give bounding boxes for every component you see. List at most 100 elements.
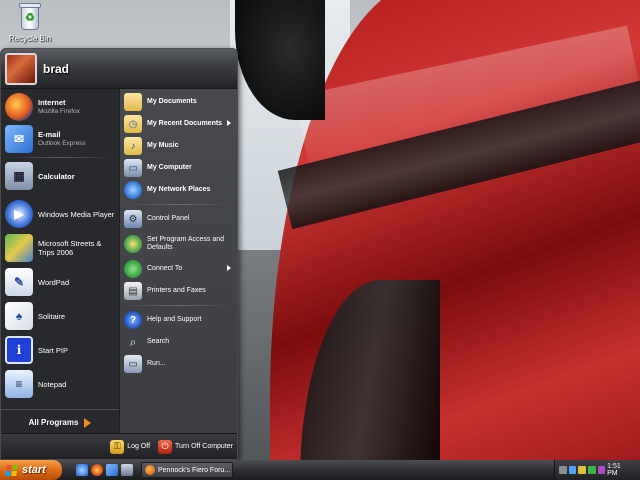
submenu-arrow-icon bbox=[227, 120, 231, 126]
taskbar-window-button[interactable]: Pennock's Fiero Foru... bbox=[141, 462, 233, 478]
tray-network-icon[interactable] bbox=[568, 466, 577, 474]
start-menu-header: brad bbox=[1, 49, 237, 89]
log-off-button[interactable]: ⚿ Log Off bbox=[110, 439, 150, 454]
power-icon: ⏻ bbox=[158, 439, 173, 454]
connect-to-icon bbox=[124, 260, 142, 278]
place-label: Printers and Faxes bbox=[147, 287, 206, 294]
place-label: Control Panel bbox=[147, 215, 190, 222]
recent-item-start-pip[interactable]: i Start PIP bbox=[1, 334, 119, 366]
system-tray: 1:51 PM bbox=[554, 460, 640, 480]
notepad-icon: ≡ bbox=[5, 370, 33, 398]
place-my-network-places[interactable]: My Network Places bbox=[120, 179, 237, 201]
all-programs-button[interactable]: All Programs bbox=[1, 409, 119, 435]
pinned-item-subtitle: Outlook Express bbox=[38, 140, 86, 147]
taskbar: start Pennock's Fiero Foru... 1:51 PM bbox=[0, 460, 640, 480]
folder-documents-icon bbox=[124, 93, 142, 111]
recent-item-label: Microsoft Streets & Trips 2006 bbox=[38, 239, 102, 257]
place-label: Run... bbox=[147, 360, 166, 367]
all-programs-label: All Programs bbox=[28, 418, 79, 427]
run-icon: ▭ bbox=[124, 355, 142, 373]
streets-trips-icon bbox=[5, 234, 33, 262]
pinned-item-subtitle: Mozilla Firefox bbox=[38, 108, 80, 115]
place-help-support[interactable]: ? Help and Support bbox=[120, 309, 237, 331]
printer-icon: ▤ bbox=[124, 282, 142, 300]
quick-launch bbox=[76, 464, 133, 476]
place-label: My Network Places bbox=[147, 186, 211, 193]
place-my-music[interactable]: ♪ My Music bbox=[120, 135, 237, 157]
tray-volume-icon[interactable] bbox=[597, 466, 606, 474]
recent-item-label: WordPad bbox=[38, 277, 70, 287]
place-set-program-access[interactable]: Set Program Access and Defaults bbox=[120, 230, 237, 258]
recent-item-streets-trips[interactable]: Microsoft Streets & Trips 2006 bbox=[1, 230, 119, 266]
clock[interactable]: 1:51 PM bbox=[607, 463, 632, 477]
pinned-item-internet[interactable]: Internet Mozilla Firefox bbox=[1, 91, 119, 123]
pinned-item-title: Internet bbox=[38, 98, 66, 107]
recent-item-label: Start PIP bbox=[38, 345, 69, 355]
start-button[interactable]: start bbox=[0, 460, 62, 480]
recent-item-label: Notepad bbox=[38, 379, 67, 389]
recent-documents-icon: ◷ bbox=[124, 115, 142, 133]
place-search[interactable]: ⌕ Search bbox=[120, 331, 237, 353]
outlook-quicklaunch-icon[interactable] bbox=[106, 464, 118, 476]
turn-off-label: Turn Off Computer bbox=[175, 443, 233, 450]
pinned-item-email[interactable]: ✉ E-mail Outlook Express bbox=[1, 123, 119, 155]
place-my-computer[interactable]: ▭ My Computer bbox=[120, 157, 237, 179]
turn-off-button[interactable]: ⏻ Turn Off Computer bbox=[158, 439, 233, 454]
recent-item-label: Windows Media Player bbox=[38, 209, 115, 219]
place-printers-faxes[interactable]: ▤ Printers and Faxes bbox=[120, 280, 237, 302]
recycle-bin-icon: ♻ bbox=[17, 2, 43, 32]
place-label: My Music bbox=[147, 142, 179, 149]
start-menu-programs: Internet Mozilla Firefox ✉ E-mail Outlook … bbox=[1, 89, 119, 435]
place-control-panel[interactable]: ⚙ Control Panel bbox=[120, 208, 237, 230]
network-places-icon bbox=[124, 181, 142, 199]
outlook-express-icon: ✉ bbox=[5, 125, 33, 153]
start-menu: brad Internet Mozilla Firefox ✉ E-mail Out… bbox=[0, 48, 238, 460]
place-my-documents[interactable]: My Documents bbox=[120, 91, 237, 113]
folder-music-icon: ♪ bbox=[124, 137, 142, 155]
user-name: brad bbox=[43, 61, 70, 76]
place-label: Set Program Access and Defaults bbox=[147, 236, 225, 251]
media-player-icon: ▶ bbox=[5, 200, 33, 228]
tray-messenger-icon[interactable] bbox=[587, 466, 596, 474]
key-icon: ⚿ bbox=[110, 439, 125, 454]
place-label: Search bbox=[147, 338, 170, 345]
place-connect-to[interactable]: Connect To bbox=[120, 258, 237, 280]
tray-security-icon[interactable] bbox=[578, 466, 586, 474]
firefox-icon bbox=[5, 93, 33, 121]
program-access-icon bbox=[124, 235, 142, 253]
recent-item-wordpad[interactable]: ✎ WordPad bbox=[1, 266, 119, 298]
solitaire-icon: ♠ bbox=[5, 302, 33, 330]
help-icon: ? bbox=[124, 311, 142, 329]
start-label: start bbox=[22, 464, 46, 476]
start-menu-footer: ⚿ Log Off ⏻ Turn Off Computer bbox=[1, 433, 237, 459]
firefox-window-icon bbox=[145, 465, 155, 475]
firefox-quicklaunch-icon[interactable] bbox=[91, 464, 103, 476]
recent-item-label: Calculator bbox=[38, 171, 75, 181]
recent-item-solitaire[interactable]: ♠ Solitaire bbox=[1, 300, 119, 332]
place-my-recent-documents[interactable]: ◷ My Recent Documents bbox=[120, 113, 237, 135]
place-label: My Recent Documents bbox=[147, 120, 223, 127]
calculator-icon: ▦ bbox=[5, 162, 33, 190]
start-menu-places: My Documents ◷ My Recent Documents ♪ My … bbox=[119, 89, 237, 435]
pip-icon: i bbox=[5, 336, 33, 364]
show-desktop-icon[interactable] bbox=[121, 464, 133, 476]
recycle-bin-label: Recycle Bin bbox=[8, 34, 52, 43]
pinned-item-title: E-mail bbox=[38, 130, 61, 139]
place-run[interactable]: ▭ Run... bbox=[120, 353, 237, 375]
place-label: My Computer bbox=[147, 164, 192, 171]
tray-arrow-icon[interactable] bbox=[559, 466, 567, 474]
recent-item-calculator[interactable]: ▦ Calculator bbox=[1, 160, 119, 192]
recent-item-media-player[interactable]: ▶ Windows Media Player bbox=[1, 198, 119, 230]
wordpad-icon: ✎ bbox=[5, 268, 33, 296]
recent-item-label: Solitaire bbox=[38, 311, 66, 321]
internet-explorer-icon[interactable] bbox=[76, 464, 88, 476]
arrow-right-icon bbox=[84, 417, 92, 428]
control-panel-icon: ⚙ bbox=[124, 210, 142, 228]
user-avatar[interactable] bbox=[5, 52, 37, 85]
recent-item-notepad[interactable]: ≡ Notepad bbox=[1, 368, 119, 400]
search-icon: ⌕ bbox=[129, 334, 137, 349]
place-label: My Documents bbox=[147, 98, 197, 105]
recycle-bin-desktop-icon[interactable]: ♻ Recycle Bin bbox=[8, 2, 52, 43]
place-label: Connect To bbox=[147, 265, 183, 272]
taskbar-window-label: Pennock's Fiero Foru... bbox=[158, 466, 231, 474]
